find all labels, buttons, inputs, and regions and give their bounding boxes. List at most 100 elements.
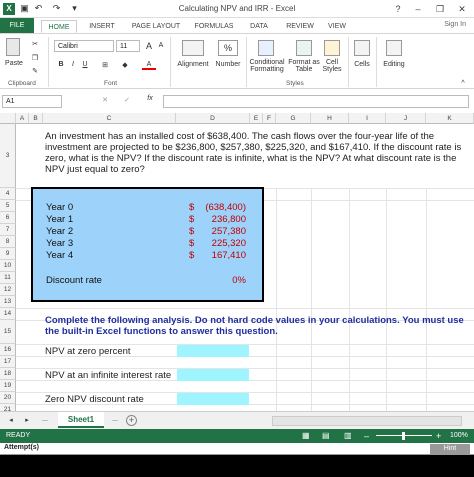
row-header[interactable]: 6 bbox=[0, 212, 16, 224]
tab-page-layout[interactable]: PAGE LAYOUT bbox=[126, 20, 186, 33]
scroll-right-icon[interactable]: ▸ bbox=[22, 416, 32, 424]
tab-data[interactable]: DATA bbox=[244, 20, 274, 33]
tab-view[interactable]: VIEW bbox=[324, 20, 350, 33]
sign-in-link[interactable]: Sign In bbox=[444, 21, 466, 28]
zoom-slider-thumb[interactable] bbox=[402, 432, 405, 440]
bold-button[interactable]: B bbox=[56, 61, 66, 68]
row-header[interactable]: 5 bbox=[0, 200, 16, 212]
row-header[interactable]: 3 bbox=[0, 124, 16, 188]
help-button[interactable]: ? bbox=[388, 2, 408, 16]
paste-icon[interactable] bbox=[6, 38, 20, 56]
borders-icon[interactable]: ⊞ bbox=[100, 61, 110, 69]
italic-button[interactable]: I bbox=[68, 61, 78, 68]
worksheet-grid[interactable]: A B C D E F G H I J K 3 4 5 6 7 8 9 10 1… bbox=[0, 113, 474, 411]
col-header[interactable]: H bbox=[311, 113, 349, 124]
npv-infinite-answer-cell[interactable] bbox=[177, 369, 249, 381]
zero-npv-rate-answer-cell[interactable] bbox=[177, 393, 249, 405]
discount-rate-value[interactable]: 0% bbox=[232, 275, 246, 286]
row-header[interactable]: 15 bbox=[0, 320, 16, 344]
font-size-select[interactable]: 11 bbox=[116, 40, 140, 52]
col-header[interactable]: F bbox=[263, 113, 276, 124]
formula-input[interactable] bbox=[163, 95, 469, 108]
row-header[interactable]: 12 bbox=[0, 284, 16, 296]
row-header[interactable]: 17 bbox=[0, 356, 16, 368]
add-sheet-button[interactable]: + bbox=[126, 415, 137, 426]
collapse-ribbon-icon[interactable]: ^ bbox=[458, 80, 468, 87]
row-header[interactable]: 8 bbox=[0, 236, 16, 248]
tab-formulas[interactable]: FORMULAS bbox=[192, 20, 236, 33]
percent-button[interactable]: % bbox=[218, 40, 238, 56]
npv-zero-answer-cell[interactable] bbox=[177, 345, 249, 357]
alignment-button[interactable]: Alignment bbox=[172, 61, 214, 68]
row-header[interactable]: 18 bbox=[0, 368, 16, 380]
restore-button[interactable]: ❐ bbox=[430, 2, 450, 16]
col-header[interactable]: I bbox=[349, 113, 386, 124]
row-header[interactable]: 9 bbox=[0, 248, 16, 260]
zoom-out-button[interactable]: – bbox=[364, 431, 369, 441]
underline-button[interactable]: U bbox=[80, 61, 90, 68]
previous-sheets-button[interactable]: ... bbox=[38, 416, 52, 423]
copy-icon[interactable]: ❐ bbox=[30, 54, 40, 62]
grow-font-button[interactable]: A bbox=[144, 41, 154, 51]
font-color-icon[interactable]: A bbox=[142, 61, 156, 70]
row-header[interactable]: 21 bbox=[0, 404, 16, 411]
row-header[interactable]: 7 bbox=[0, 224, 16, 236]
conditional-formatting-icon[interactable] bbox=[258, 40, 274, 56]
page-layout-view-icon[interactable]: ▤ bbox=[322, 431, 330, 440]
shrink-font-button[interactable]: A bbox=[156, 42, 166, 49]
number-button[interactable]: Number bbox=[212, 61, 244, 68]
sheet-tab-sheet1[interactable]: Sheet1 bbox=[58, 412, 104, 428]
fill-color-icon[interactable]: ◆ bbox=[120, 61, 130, 69]
row-header[interactable]: 19 bbox=[0, 380, 16, 392]
col-header[interactable]: E bbox=[250, 113, 263, 124]
tab-home[interactable]: HOME bbox=[41, 20, 77, 33]
zoom-level[interactable]: 100% bbox=[450, 432, 468, 439]
close-button[interactable]: ✕ bbox=[452, 2, 472, 16]
format-as-table-button[interactable]: Format as Table bbox=[286, 59, 322, 73]
format-painter-icon[interactable]: ✎ bbox=[30, 67, 40, 75]
col-header[interactable]: A bbox=[16, 113, 29, 124]
row-header[interactable]: 10 bbox=[0, 260, 16, 272]
insert-function-icon[interactable]: fx bbox=[144, 95, 156, 102]
col-header[interactable]: D bbox=[176, 113, 250, 124]
hint-button[interactable]: Hint bbox=[430, 444, 470, 454]
editing-button[interactable]: Editing bbox=[378, 61, 410, 68]
col-header[interactable]: B bbox=[29, 113, 43, 124]
normal-view-icon[interactable]: ▦ bbox=[302, 431, 310, 440]
editing-icon[interactable] bbox=[386, 40, 402, 56]
format-as-table-icon[interactable] bbox=[296, 40, 312, 56]
col-header[interactable]: K bbox=[426, 113, 474, 124]
next-sheets-button[interactable]: ... bbox=[108, 416, 122, 423]
cell-styles-icon[interactable] bbox=[324, 40, 340, 56]
cells-icon[interactable] bbox=[354, 40, 370, 56]
row-header[interactable]: 14 bbox=[0, 308, 16, 320]
page-break-view-icon[interactable]: ▥ bbox=[344, 431, 352, 440]
ribbon-separator bbox=[348, 37, 349, 87]
minimize-button[interactable]: – bbox=[408, 2, 428, 16]
row-header[interactable]: 16 bbox=[0, 344, 16, 356]
row-header[interactable]: 11 bbox=[0, 272, 16, 284]
col-header[interactable]: J bbox=[386, 113, 426, 124]
col-header[interactable]: G bbox=[276, 113, 311, 124]
tab-file[interactable]: FILE bbox=[0, 18, 34, 33]
row-header[interactable]: 20 bbox=[0, 392, 16, 404]
zoom-in-button[interactable]: + bbox=[436, 431, 441, 441]
conditional-formatting-button[interactable]: Conditional Formatting bbox=[246, 59, 288, 73]
horizontal-scrollbar[interactable] bbox=[272, 416, 462, 426]
cancel-icon[interactable]: ✕ bbox=[100, 96, 110, 104]
enter-icon[interactable]: ✓ bbox=[122, 96, 132, 104]
select-all-corner[interactable] bbox=[0, 113, 16, 124]
scroll-left-icon[interactable]: ◂ bbox=[6, 416, 16, 424]
tab-insert[interactable]: INSERT bbox=[84, 20, 120, 33]
cells-button[interactable]: Cells bbox=[350, 61, 374, 68]
name-box[interactable]: A1 bbox=[2, 95, 62, 108]
row-header[interactable]: 4 bbox=[0, 188, 16, 200]
tab-review[interactable]: REVIEW bbox=[282, 20, 318, 33]
paste-button[interactable]: Paste bbox=[2, 60, 26, 67]
row-header[interactable]: 13 bbox=[0, 296, 16, 308]
cell-styles-button[interactable]: Cell Styles bbox=[318, 59, 346, 73]
col-header[interactable]: C bbox=[43, 113, 176, 124]
cut-icon[interactable]: ✂ bbox=[30, 40, 40, 48]
alignment-icon[interactable] bbox=[182, 40, 204, 56]
font-name-select[interactable]: Calibri bbox=[54, 40, 114, 52]
